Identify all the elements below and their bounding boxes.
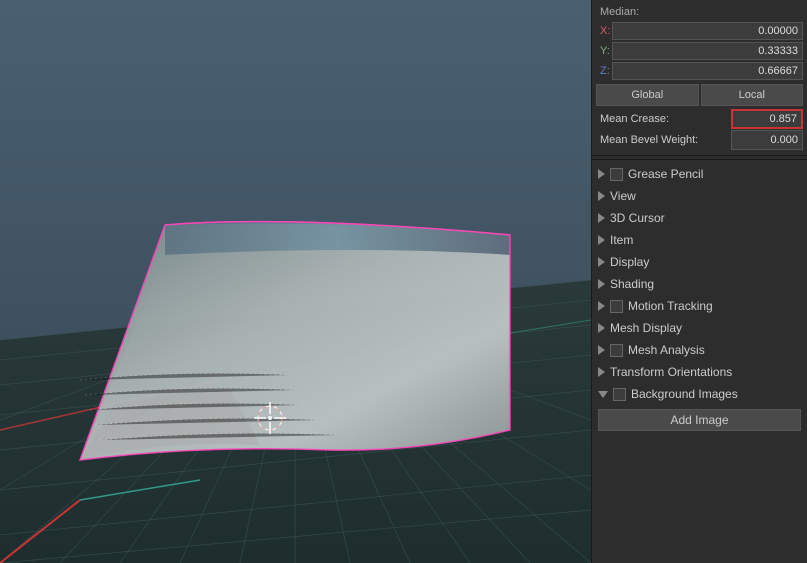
triangle-icon-grease-pencil <box>598 169 605 179</box>
z-label: Z: <box>596 65 612 77</box>
sidebar-item-view[interactable]: View <box>592 185 807 207</box>
x-value[interactable]: 0.00000 <box>612 22 803 40</box>
global-button[interactable]: Global <box>596 84 699 106</box>
sidebar-item-3d-cursor[interactable]: 3D Cursor <box>592 207 807 229</box>
sidebar-item-background-images[interactable]: Background Images <box>592 383 807 405</box>
sidebar-item-grease-pencil[interactable]: Grease Pencil <box>592 163 807 185</box>
coord-row-z: Z: 0.66667 <box>592 61 807 81</box>
coord-row-x: X: 0.00000 <box>592 21 807 41</box>
median-section: Median: X: 0.00000 Y: 0.33333 Z: 0.66667… <box>592 0 807 156</box>
x-label: X: <box>596 25 612 37</box>
properties-panel: Median: X: 0.00000 Y: 0.33333 Z: 0.66667… <box>591 0 807 563</box>
3d-cursor-label: 3D Cursor <box>610 211 665 225</box>
mean-crease-label: Mean Crease: <box>596 113 731 125</box>
triangle-icon-view <box>598 191 605 201</box>
triangle-icon-motion-tracking <box>598 301 605 311</box>
checkbox-motion-tracking[interactable] <box>610 300 623 313</box>
triangle-icon-item <box>598 235 605 245</box>
sidebar-item-motion-tracking[interactable]: Motion Tracking <box>592 295 807 317</box>
sidebar-item-transform-orientations[interactable]: Transform Orientations <box>592 361 807 383</box>
y-value[interactable]: 0.33333 <box>612 42 803 60</box>
triangle-icon-background-images <box>598 391 608 398</box>
item-label: Item <box>610 233 633 247</box>
sidebar-item-mesh-display[interactable]: Mesh Display <box>592 317 807 339</box>
local-button[interactable]: Local <box>701 84 804 106</box>
triangle-icon-shading <box>598 279 605 289</box>
mean-crease-value: 0.857 <box>769 113 797 125</box>
triangle-icon-3d-cursor <box>598 213 605 223</box>
triangle-icon-mesh-display <box>598 323 605 333</box>
z-value[interactable]: 0.66667 <box>612 62 803 80</box>
transform-orientations-label: Transform Orientations <box>610 365 732 379</box>
viewport[interactable] <box>0 0 591 563</box>
sidebar-item-shading[interactable]: Shading <box>592 273 807 295</box>
add-image-button[interactable]: Add Image <box>598 409 801 431</box>
motion-tracking-label: Motion Tracking <box>628 299 713 313</box>
mean-crease-value-container[interactable]: 0.857 <box>731 109 803 129</box>
y-label: Y: <box>596 45 612 57</box>
checkbox-background-images[interactable] <box>613 388 626 401</box>
mesh-display-label: Mesh Display <box>610 321 682 335</box>
global-local-row: Global Local <box>596 84 803 106</box>
checkbox-mesh-analysis[interactable] <box>610 344 623 357</box>
background-images-label: Background Images <box>631 387 738 401</box>
view-label: View <box>610 189 636 203</box>
median-header: Median: <box>592 4 807 21</box>
triangle-icon-display <box>598 257 605 267</box>
shading-label: Shading <box>610 277 654 291</box>
mean-bevel-label: Mean Bevel Weight: <box>596 134 731 146</box>
mesh-analysis-label: Mesh Analysis <box>628 343 705 357</box>
checkbox-grease-pencil[interactable] <box>610 168 623 181</box>
mean-bevel-value-container[interactable]: 0.000 <box>731 130 803 150</box>
mean-crease-row: Mean Crease: 0.857 <box>592 109 807 129</box>
display-label: Display <box>610 255 649 269</box>
coord-row-y: Y: 0.33333 <box>592 41 807 61</box>
divider-1 <box>592 159 807 160</box>
triangle-icon-mesh-analysis <box>598 345 605 355</box>
mean-bevel-value: 0.000 <box>770 134 798 146</box>
mean-bevel-row: Mean Bevel Weight: 0.000 <box>592 130 807 150</box>
sidebar-item-display[interactable]: Display <box>592 251 807 273</box>
grease-pencil-label: Grease Pencil <box>628 167 703 181</box>
sidebar-item-mesh-analysis[interactable]: Mesh Analysis <box>592 339 807 361</box>
triangle-icon-transform-orientations <box>598 367 605 377</box>
sidebar-item-item[interactable]: Item <box>592 229 807 251</box>
